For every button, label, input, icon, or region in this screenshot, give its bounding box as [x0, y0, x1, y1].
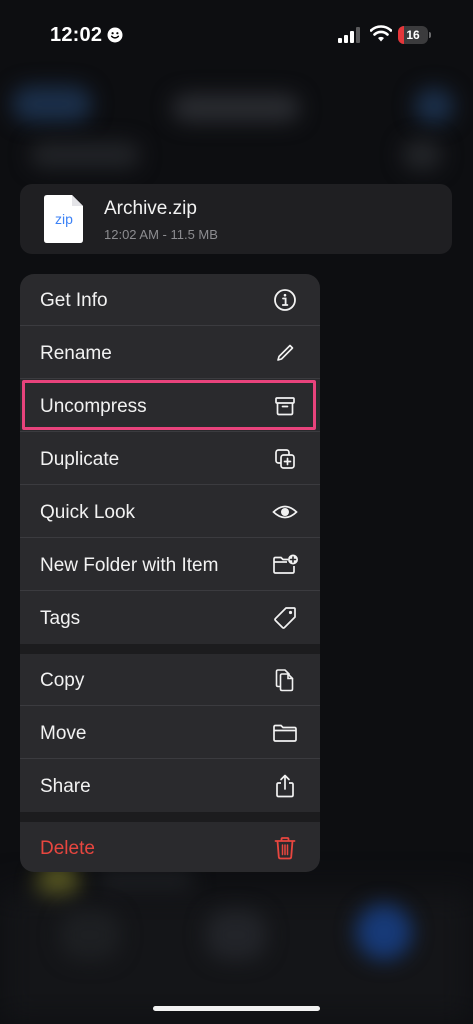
folder-plus-icon [273, 554, 298, 574]
pencil-icon [277, 344, 294, 361]
menu-item-copy[interactable]: Copy [20, 654, 320, 706]
menu-item-label: Rename [40, 343, 112, 364]
menu-item-label: Get Info [40, 290, 108, 311]
trash-icon [274, 837, 296, 860]
menu-item-rename[interactable]: Rename [20, 327, 320, 379]
home-indicator[interactable] [153, 1006, 320, 1011]
menu-item-delete[interactable]: Delete [20, 822, 320, 872]
status-time: 12:02 [50, 24, 103, 46]
folder-icon [273, 724, 297, 742]
blurred-search-bar [30, 142, 140, 168]
eye-icon [272, 505, 298, 519]
file-meta: 12:02 AM - 11.5 MB [104, 227, 218, 242]
info-circle-icon [274, 289, 296, 311]
share-icon [276, 774, 294, 798]
battery-icon: 16 [398, 26, 432, 44]
cellular-signal-icon [338, 27, 360, 43]
blurred-mic [402, 140, 442, 170]
blurred-tab-recents [60, 910, 120, 960]
blurred-tab-browse [356, 904, 412, 960]
blurred-back-button [12, 86, 92, 122]
menu-section-separator [20, 644, 320, 654]
duplicate-icon [275, 449, 295, 469]
status-bar: 12:02 16 [0, 0, 473, 70]
menu-item-label: Duplicate [40, 449, 120, 470]
menu-item-label: Share [40, 776, 91, 797]
menu-item-label: Tags [40, 608, 81, 629]
menu-item-move[interactable]: Move [20, 707, 320, 759]
menu-item-get-info[interactable]: Get Info [20, 274, 320, 326]
tag-icon [274, 607, 296, 629]
context-menu: Get Info Rename Uncompress Duplicate Qui… [20, 274, 320, 872]
menu-item-label: Delete [40, 838, 95, 859]
file-preview-card[interactable]: zip Archive.zip 12:02 AM - 11.5 MB [20, 184, 452, 254]
uncompress-highlight-box [22, 380, 316, 430]
blurred-title [172, 94, 300, 122]
menu-item-label: Move [40, 723, 87, 744]
menu-item-new-folder-with-item[interactable]: New Folder with Item [20, 539, 320, 591]
menu-section-separator [20, 812, 320, 822]
copy-documents-icon [275, 669, 294, 692]
files-app-screen: 12:02 16 zip Archive.zip 12:02 AM - 11.5… [0, 0, 473, 1024]
menu-item-duplicate[interactable]: Duplicate [20, 433, 320, 485]
wifi-icon [370, 25, 392, 42]
menu-item-label: Copy [40, 670, 85, 691]
menu-item-tags[interactable]: Tags [20, 592, 320, 644]
focus-mode-icon [107, 27, 123, 43]
zip-icon-label: zip [55, 211, 73, 227]
menu-item-quick-look[interactable]: Quick Look [20, 486, 320, 538]
menu-item-label: New Folder with Item [40, 555, 219, 576]
menu-item-share[interactable]: Share [20, 760, 320, 812]
menu-item-label: Quick Look [40, 502, 136, 523]
file-name: Archive.zip [104, 198, 197, 219]
blurred-tab-shared [206, 910, 266, 960]
blurred-more-button [414, 88, 454, 124]
battery-level: 16 [406, 28, 420, 42]
